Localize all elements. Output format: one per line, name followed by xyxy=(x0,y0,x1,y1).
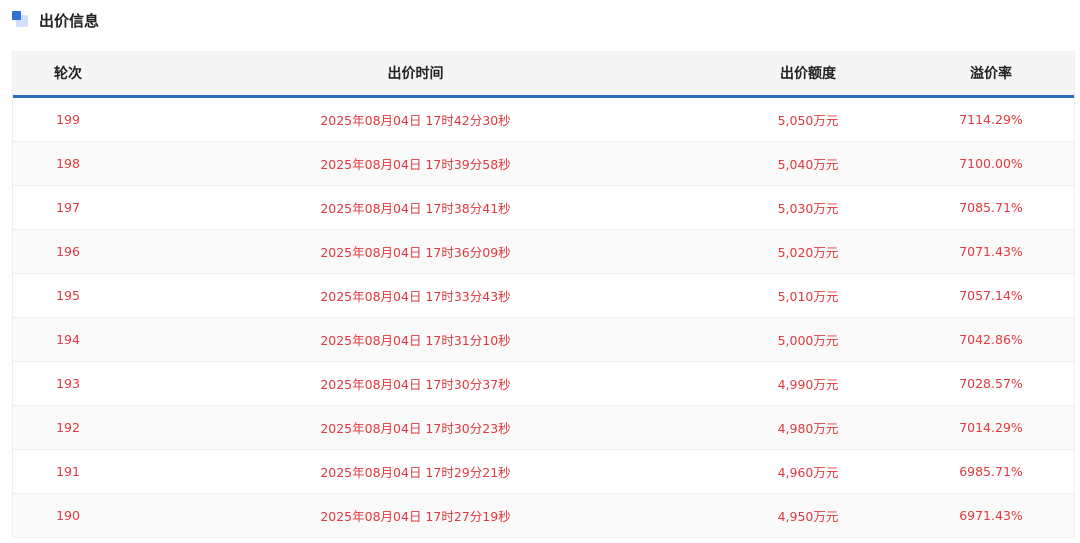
cell-time: 2025年08月04日 17时42分30秒 xyxy=(123,96,708,142)
section-squares-icon xyxy=(12,10,32,30)
column-header-round: 轮次 xyxy=(13,51,123,98)
table-row: 199 2025年08月04日 17时42分30秒 5,050万元 7114.2… xyxy=(13,96,1074,142)
cell-round: 196 xyxy=(13,229,123,274)
table-row: 190 2025年08月04日 17时27分19秒 4,950万元 6971.4… xyxy=(13,493,1074,538)
cell-amount: 5,050万元 xyxy=(708,96,908,142)
cell-amount: 4,960万元 xyxy=(708,449,908,494)
cell-premium: 7042.86% xyxy=(908,317,1074,362)
cell-time: 2025年08月04日 17时30分23秒 xyxy=(123,405,708,450)
cell-time: 2025年08月04日 17时29分21秒 xyxy=(123,449,708,494)
cell-time: 2025年08月04日 17时38分41秒 xyxy=(123,185,708,230)
table-row: 193 2025年08月04日 17时30分37秒 4,990万元 7028.5… xyxy=(13,361,1074,406)
column-header-premium: 溢价率 xyxy=(908,51,1074,98)
section-title: 出价信息 xyxy=(39,11,100,30)
cell-amount: 5,010万元 xyxy=(708,273,908,318)
cell-round: 194 xyxy=(13,317,123,362)
cell-time: 2025年08月04日 17时39分58秒 xyxy=(123,141,708,186)
table-header-row: 轮次 出价时间 出价额度 溢价率 xyxy=(13,51,1074,98)
table-row: 196 2025年08月04日 17时36分09秒 5,020万元 7071.4… xyxy=(13,229,1074,274)
cell-premium: 6985.71% xyxy=(908,449,1074,494)
table-row: 197 2025年08月04日 17时38分41秒 5,030万元 7085.7… xyxy=(13,185,1074,230)
cell-amount: 4,950万元 xyxy=(708,493,908,538)
cell-time: 2025年08月04日 17时36分09秒 xyxy=(123,229,708,274)
cell-round: 195 xyxy=(13,273,123,318)
cell-round: 193 xyxy=(13,361,123,406)
cell-premium: 7100.00% xyxy=(908,141,1074,186)
cell-premium: 7085.71% xyxy=(908,185,1074,230)
cell-round: 192 xyxy=(13,405,123,450)
column-header-time: 出价时间 xyxy=(123,51,708,98)
cell-premium: 6971.43% xyxy=(908,493,1074,538)
table-row: 192 2025年08月04日 17时30分23秒 4,980万元 7014.2… xyxy=(13,405,1074,450)
cell-premium: 7057.14% xyxy=(908,273,1074,318)
column-header-amount: 出价额度 xyxy=(708,51,908,98)
table-row: 195 2025年08月04日 17时33分43秒 5,010万元 7057.1… xyxy=(13,273,1074,318)
table-row: 198 2025年08月04日 17时39分58秒 5,040万元 7100.0… xyxy=(13,141,1074,186)
cell-premium: 7028.57% xyxy=(908,361,1074,406)
cell-amount: 5,020万元 xyxy=(708,229,908,274)
cell-round: 190 xyxy=(13,493,123,538)
cell-amount: 4,990万元 xyxy=(708,361,908,406)
cell-time: 2025年08月04日 17时30分37秒 xyxy=(123,361,708,406)
bid-table: 轮次 出价时间 出价额度 溢价率 199 2025年08月04日 17时42分3… xyxy=(13,51,1074,538)
cell-amount: 5,000万元 xyxy=(708,317,908,362)
cell-amount: 4,980万元 xyxy=(708,405,908,450)
cell-round: 198 xyxy=(13,141,123,186)
cell-time: 2025年08月04日 17时31分10秒 xyxy=(123,317,708,362)
table-row: 191 2025年08月04日 17时29分21秒 4,960万元 6985.7… xyxy=(13,449,1074,494)
cell-round: 199 xyxy=(13,96,123,142)
cell-premium: 7014.29% xyxy=(908,405,1074,450)
cell-time: 2025年08月04日 17时33分43秒 xyxy=(123,273,708,318)
table-row: 194 2025年08月04日 17时31分10秒 5,000万元 7042.8… xyxy=(13,317,1074,362)
cell-amount: 5,040万元 xyxy=(708,141,908,186)
cell-premium: 7071.43% xyxy=(908,229,1074,274)
cell-round: 191 xyxy=(13,449,123,494)
bid-table-container: 轮次 出价时间 出价额度 溢价率 199 2025年08月04日 17时42分3… xyxy=(12,51,1075,538)
cell-round: 197 xyxy=(13,185,123,230)
section-header: 出价信息 xyxy=(12,8,99,32)
cell-amount: 5,030万元 xyxy=(708,185,908,230)
cell-premium: 7114.29% xyxy=(908,96,1074,142)
cell-time: 2025年08月04日 17时27分19秒 xyxy=(123,493,708,538)
